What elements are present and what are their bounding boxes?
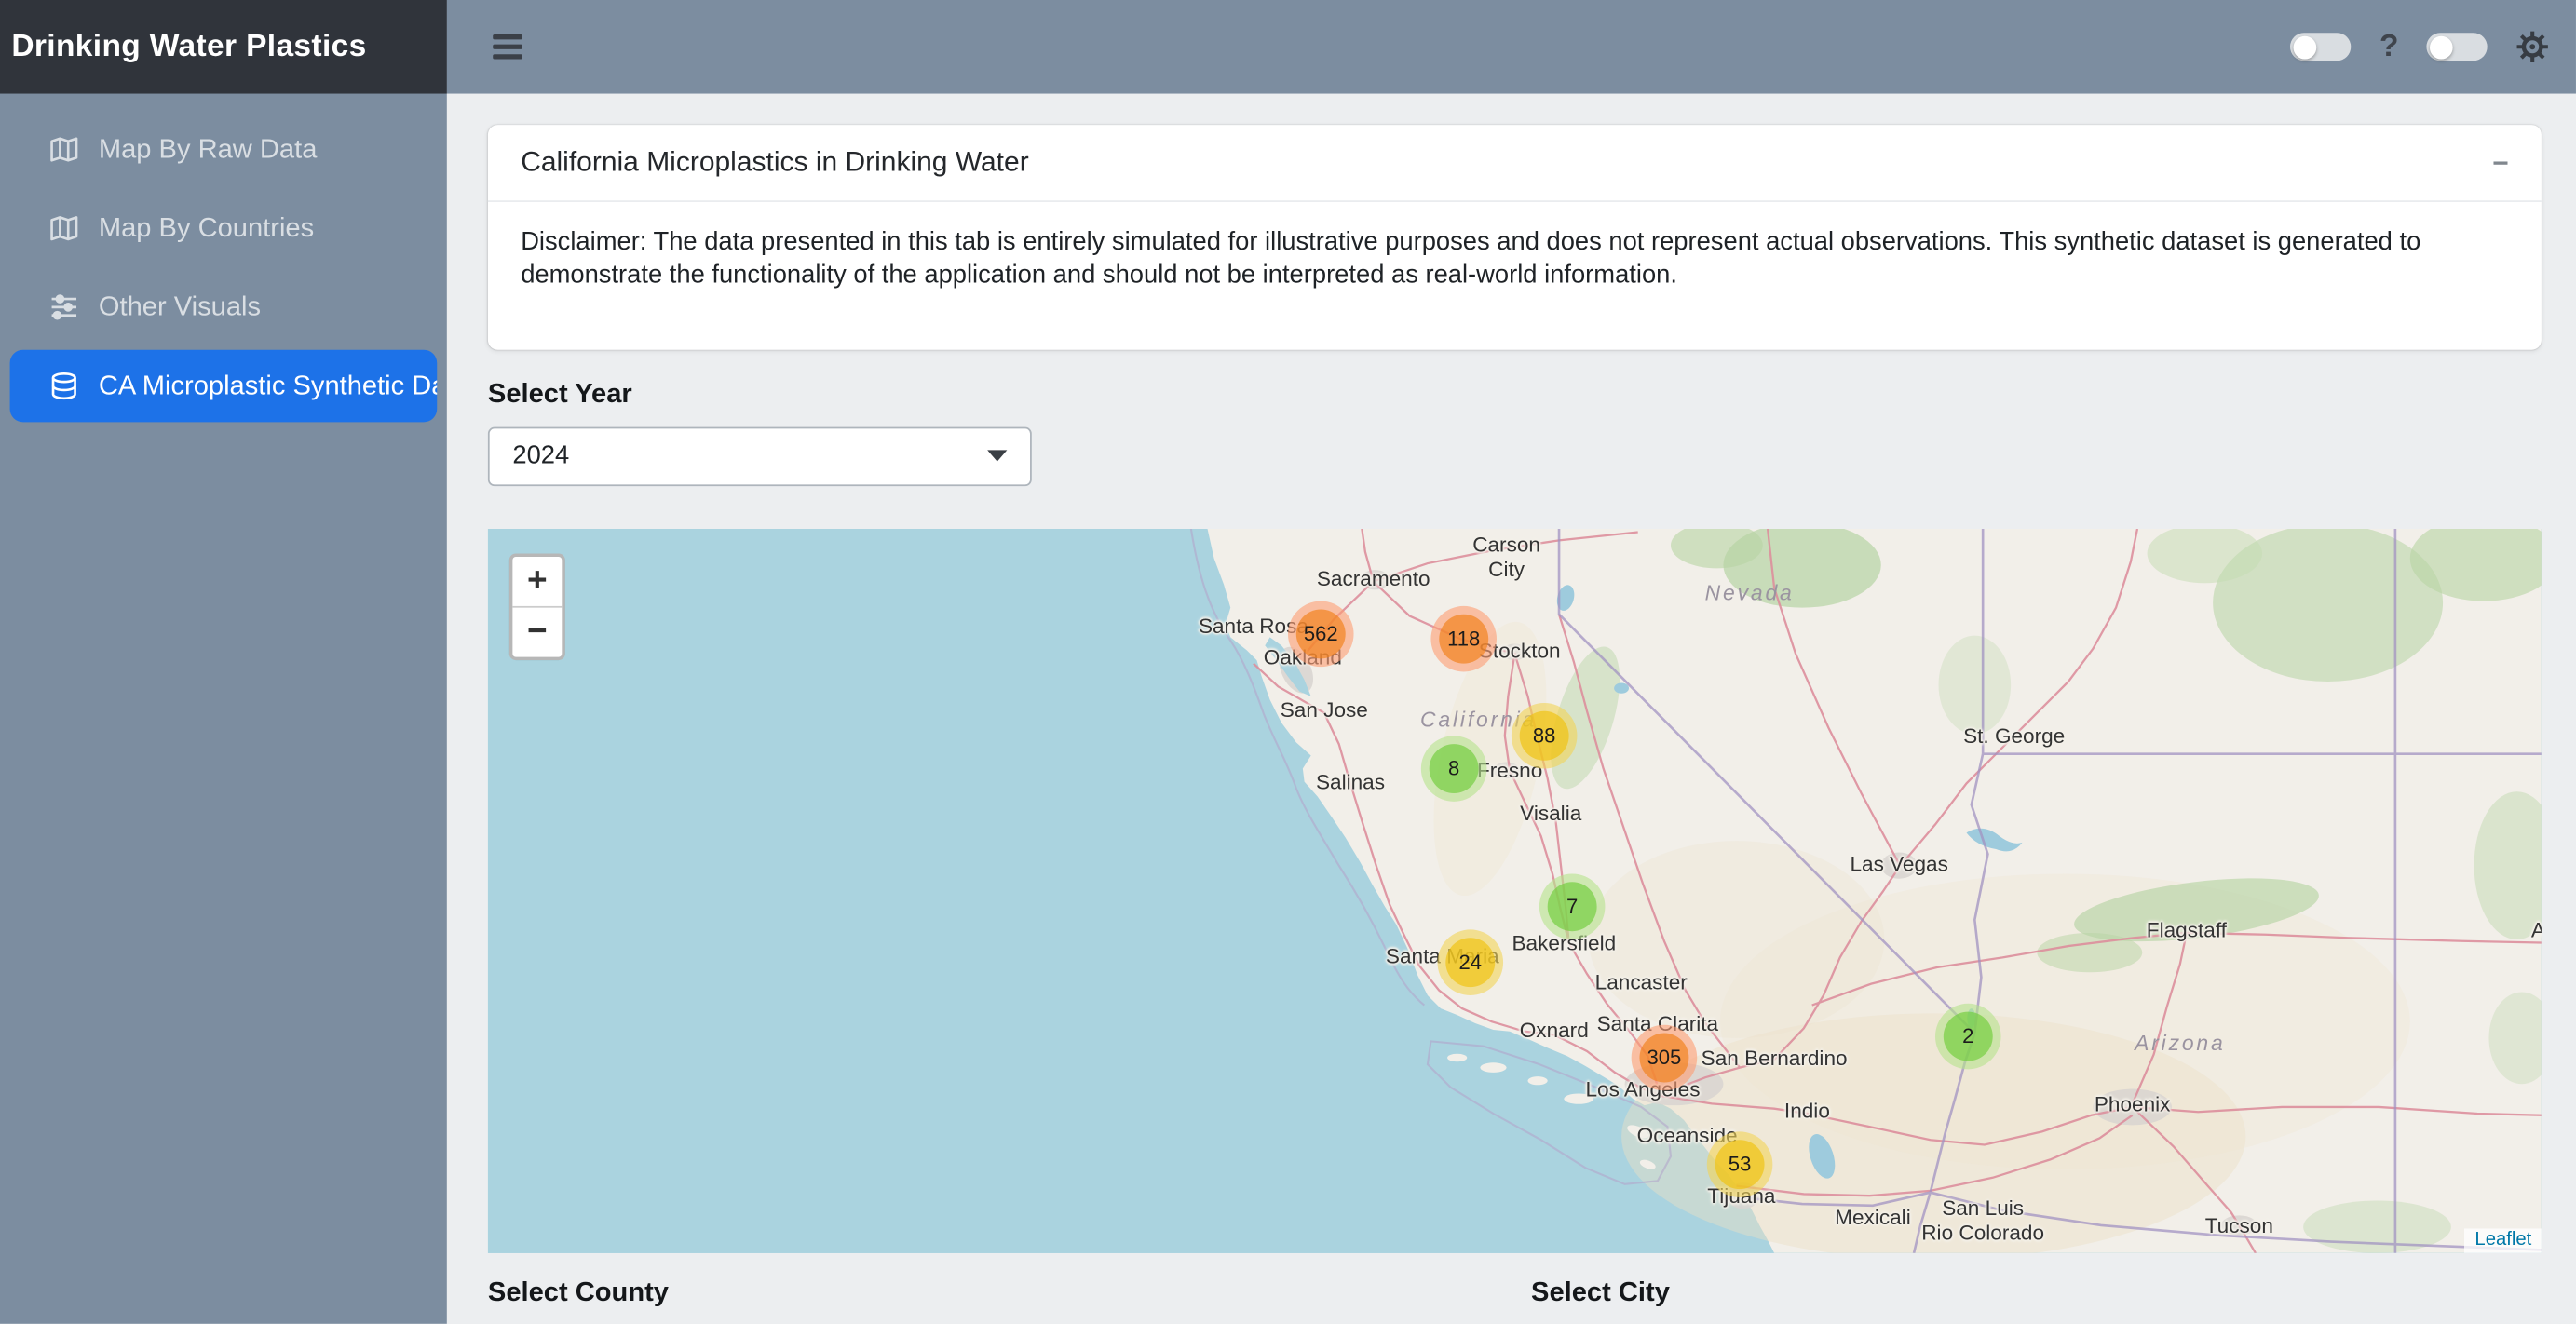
- map-zoom-control: + −: [509, 553, 565, 660]
- cluster-marker[interactable]: 88: [1512, 703, 1578, 769]
- select-city-label: Select City: [1531, 1277, 2530, 1309]
- zoom-out-button[interactable]: −: [512, 606, 562, 657]
- map-city-label: Indio: [1784, 1098, 1830, 1123]
- map-city-label: A: [2531, 917, 2542, 942]
- map-city-label: Las Vegas: [1850, 851, 1947, 876]
- map-icon: [46, 210, 82, 247]
- sliders-icon: [46, 289, 82, 325]
- toggle-switch-2[interactable]: [2426, 33, 2487, 61]
- map-city-label: Phoenix: [2095, 1091, 2171, 1116]
- gear-icon[interactable]: [2515, 30, 2550, 64]
- sidebar: Drinking Water Plastics Map By Raw Data …: [0, 0, 447, 1324]
- database-icon: [46, 368, 82, 404]
- sidebar-item-label: Map By Raw Data: [99, 134, 318, 166]
- cluster-marker[interactable]: 7: [1539, 873, 1606, 939]
- map-city-label: Sacramento: [1317, 565, 1430, 590]
- cluster-marker[interactable]: 8: [1421, 736, 1487, 802]
- map-region-label: Nevada: [1705, 580, 1795, 605]
- app-title: Drinking Water Plastics: [0, 0, 447, 94]
- chevron-down-icon: [987, 451, 1007, 462]
- collapse-button[interactable]: −: [2492, 149, 2509, 177]
- map-city-label: San Bernardino: [1702, 1046, 1848, 1071]
- map-region-label: Arizona: [2135, 1030, 2226, 1055]
- sidebar-item-map-by-countries[interactable]: Map By Countries: [10, 192, 438, 264]
- sidebar-item-ca-microplastic-synthetic-data[interactable]: CA Microplastic Synthetic Data: [10, 350, 438, 423]
- sidebar-menu: Map By Raw Data Map By Countries Other V…: [0, 114, 447, 423]
- sidebar-item-map-by-raw-data[interactable]: Map By Raw Data: [10, 114, 438, 186]
- map-city-label: Carson City: [1472, 532, 1540, 581]
- map[interactable]: Carson CitySacramentoNevadaSanta RosaOak…: [488, 529, 2542, 1253]
- disclaimer-text: Disclaimer: The data presented in this t…: [488, 202, 2542, 350]
- map-city-label: San Luis Rio Colorado: [1921, 1196, 2044, 1245]
- toggle-knob: [2430, 35, 2453, 59]
- map-city-label: Lancaster: [1595, 969, 1688, 994]
- sidebar-item-other-visuals[interactable]: Other Visuals: [10, 271, 438, 344]
- leaflet-link[interactable]: Leaflet: [2474, 1230, 2531, 1250]
- cluster-marker[interactable]: 53: [1707, 1131, 1773, 1197]
- card-title: California Microplastics in Drinking Wat…: [521, 146, 1029, 179]
- map-city-label: Flagstaff: [2147, 917, 2227, 942]
- sidebar-item-label: Map By Countries: [99, 212, 314, 244]
- cluster-marker[interactable]: 305: [1632, 1025, 1698, 1091]
- cluster-marker[interactable]: 118: [1430, 606, 1497, 672]
- map-attribution: Leaflet: [2465, 1228, 2542, 1252]
- map-city-label: San Jose: [1281, 697, 1368, 723]
- cluster-marker[interactable]: 24: [1438, 929, 1504, 995]
- map-overlay: Carson CitySacramentoNevadaSanta RosaOak…: [488, 529, 2542, 1253]
- help-icon[interactable]: ?: [2379, 29, 2398, 65]
- topbar: ?: [447, 0, 2576, 94]
- bottom-selects: Select County Select City: [488, 1277, 2576, 1309]
- map-city-label: Mexicali: [1835, 1205, 1911, 1230]
- year-select-value: 2024: [512, 441, 569, 471]
- map-city-label: Oxnard: [1520, 1018, 1589, 1043]
- cluster-marker[interactable]: 562: [1288, 601, 1354, 667]
- sidebar-item-label: CA Microplastic Synthetic Data: [99, 371, 437, 402]
- sidebar-item-label: Other Visuals: [99, 291, 261, 323]
- app-root: Drinking Water Plastics Map By Raw Data …: [0, 0, 2576, 1324]
- year-select[interactable]: 2024: [488, 426, 1032, 486]
- select-year-label: Select Year: [488, 379, 2576, 411]
- cluster-marker[interactable]: 2: [1935, 1004, 2001, 1070]
- info-card: California Microplastics in Drinking Wat…: [488, 125, 2542, 350]
- menu-icon[interactable]: [490, 29, 526, 65]
- map-city-label: St. George: [1963, 723, 2065, 749]
- map-city-label: Visalia: [1520, 801, 1581, 826]
- toggle-knob: [2294, 35, 2317, 59]
- zoom-in-button[interactable]: +: [512, 557, 562, 606]
- toggle-switch-1[interactable]: [2291, 33, 2352, 61]
- map-city-label: Tucson: [2205, 1212, 2273, 1237]
- main-content: California Microplastics in Drinking Wat…: [447, 94, 2576, 1324]
- select-county-label: Select County: [488, 1277, 1487, 1309]
- map-icon: [46, 131, 82, 168]
- map-city-label: Salinas: [1316, 769, 1385, 794]
